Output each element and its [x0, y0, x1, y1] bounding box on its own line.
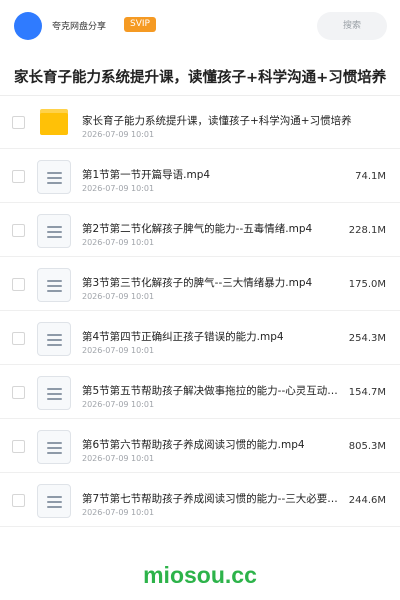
file-icon — [37, 484, 71, 518]
file-size: 228.1M — [348, 225, 386, 236]
list-item[interactable]: 第6节第六节帮助孩子养成阅读习惯的能力.mp4 2026-07-09 10:01… — [0, 419, 400, 473]
file-date: 2026-07-09 10:01 — [82, 454, 155, 463]
checkbox[interactable] — [12, 224, 25, 237]
search-input[interactable]: 搜索 — [317, 12, 387, 40]
file-size: 154.7M — [348, 387, 386, 398]
file-size: 254.3M — [348, 333, 386, 344]
file-date: 2026-07-09 10:01 — [82, 508, 155, 517]
file-icon — [37, 160, 71, 194]
avatar[interactable] — [14, 12, 42, 40]
file-date: 2026-07-09 10:01 — [82, 400, 155, 409]
list-item[interactable]: 第1节第一节开篇导语.mp4 2026-07-09 10:01 74.1M — [0, 149, 400, 203]
file-icon — [37, 430, 71, 464]
watermark: miosou.cc — [143, 562, 257, 588]
list-item[interactable]: 第4节第四节正确纠正孩子错误的能力.mp4 2026-07-09 10:01 2… — [0, 311, 400, 365]
file-size: 805.3M — [348, 441, 386, 452]
file-icon — [37, 214, 71, 248]
file-name: 第1节第一节开篇导语.mp4 — [82, 169, 211, 181]
file-date: 2026-07-09 10:01 — [82, 238, 155, 247]
file-name: 第2节第二节化解孩子脾气的能力--五毒情绪.mp4 — [82, 223, 313, 235]
file-name: 第7节第七节帮助孩子养成阅读习惯的能力--三大必要… — [82, 493, 338, 505]
file-icon — [37, 376, 71, 410]
file-date: 2026-07-09 10:01 — [82, 346, 155, 355]
file-date: 2026-07-09 10:01 — [82, 130, 155, 139]
file-date: 2026-07-09 10:01 — [82, 292, 155, 301]
folder-icon — [40, 109, 68, 135]
checkbox[interactable] — [12, 494, 25, 507]
file-name: 第4节第四节正确纠正孩子错误的能力.mp4 — [82, 331, 284, 343]
app-name: 夸克网盘分享 — [52, 22, 107, 32]
checkbox[interactable] — [12, 386, 25, 399]
checkbox[interactable] — [12, 440, 25, 453]
page-title: 家长育子能力系统提升课，读懂孩子+科学沟通+习惯培养 — [14, 70, 387, 86]
folder-title-bar: 家长育子能力系统提升课，读懂孩子+科学沟通+习惯培养 — [0, 54, 400, 96]
file-date: 2026-07-09 10:01 — [82, 184, 155, 193]
list-item[interactable]: 第7节第七节帮助孩子养成阅读习惯的能力--三大必要… 2026-07-09 10… — [0, 473, 400, 527]
file-size: 244.6M — [348, 495, 386, 506]
header: 夸克网盘分享 SVIP 搜索 — [0, 0, 400, 52]
file-size: 175.0M — [348, 279, 386, 290]
svip-badge: SVIP — [124, 17, 156, 32]
checkbox[interactable] — [12, 278, 25, 291]
list-item[interactable]: 第3节第三节化解孩子的脾气--三大情绪暴力.mp4 2026-07-09 10:… — [0, 257, 400, 311]
file-size: 74.1M — [355, 171, 386, 182]
checkbox[interactable] — [12, 170, 25, 183]
file-icon — [37, 322, 71, 356]
file-name: 家长育子能力系统提升课，读懂孩子+科学沟通+习惯培养 — [82, 115, 352, 127]
file-name: 第5节第五节帮助孩子解决做事拖拉的能力--心灵互动… — [82, 385, 338, 397]
checkbox[interactable] — [12, 332, 25, 345]
file-name: 第3节第三节化解孩子的脾气--三大情绪暴力.mp4 — [82, 277, 313, 289]
list-item[interactable]: 第2节第二节化解孩子脾气的能力--五毒情绪.mp4 2026-07-09 10:… — [0, 203, 400, 257]
list-item[interactable]: 家长育子能力系统提升课，读懂孩子+科学沟通+习惯培养 2026-07-09 10… — [0, 95, 400, 149]
list-item[interactable]: 第5节第五节帮助孩子解决做事拖拉的能力--心灵互动… 2026-07-09 10… — [0, 365, 400, 419]
checkbox[interactable] — [12, 116, 25, 129]
file-icon — [37, 268, 71, 302]
file-name: 第6节第六节帮助孩子养成阅读习惯的能力.mp4 — [82, 439, 305, 451]
